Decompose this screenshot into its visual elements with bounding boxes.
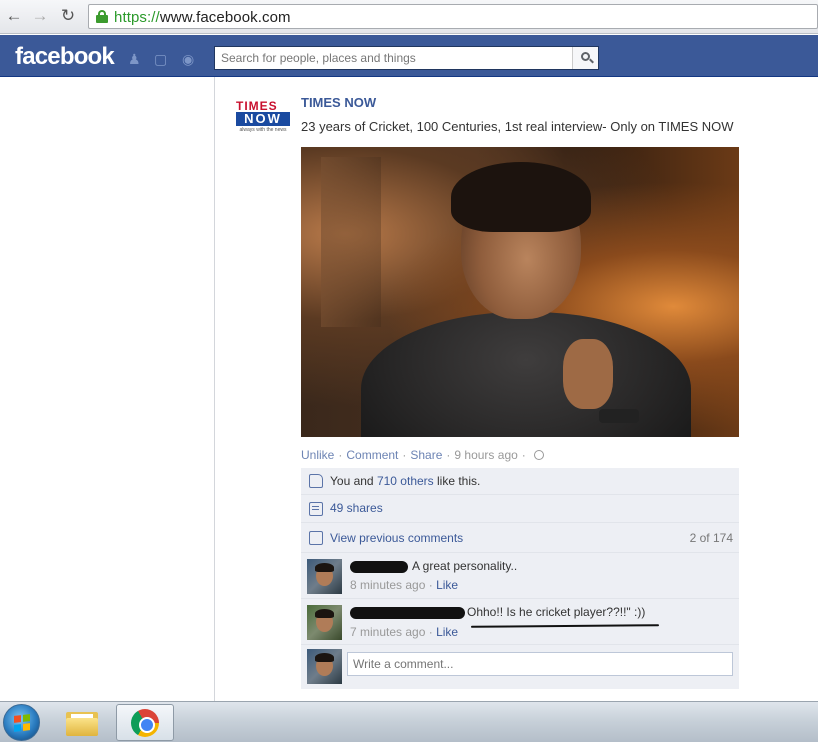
- write-comment-row: [301, 645, 739, 689]
- comment-time[interactable]: 8 minutes ago: [350, 578, 425, 592]
- story-actions: Unlike · Comment · Share · 9 hours ago ·: [301, 448, 544, 462]
- separator: ·: [402, 448, 407, 462]
- comment-count: 2 of 174: [689, 531, 733, 545]
- comment-text: Ohho!! Is he cricket player??!!" :)): [467, 605, 646, 619]
- write-comment-input[interactable]: [347, 652, 733, 676]
- comment-item: Ohho!! Is he cricket player??!!" :)) 7 m…: [301, 599, 739, 645]
- facebook-logo[interactable]: facebook: [15, 43, 115, 71]
- underline-scribble: [470, 624, 660, 628]
- viewer-avatar: [307, 649, 342, 684]
- comment-item: A great personality.. 8 minutes ago · Li…: [301, 553, 739, 599]
- shares-row: 49 shares: [301, 495, 739, 523]
- url-text: https://www.facebook.com: [114, 9, 291, 26]
- view-previous-row: View previous comments 2 of 174: [301, 523, 739, 553]
- separator: ·: [428, 625, 433, 639]
- likes-suffix: like this.: [433, 474, 481, 488]
- likes-sentence: You and 710 others like this.: [330, 474, 480, 488]
- view-previous-comments-link[interactable]: View previous comments: [330, 531, 463, 545]
- thumbs-up-icon: [309, 474, 323, 488]
- separator: ·: [428, 578, 433, 592]
- explorer-folder-icon[interactable]: [62, 708, 102, 738]
- comment-time[interactable]: 7 minutes ago: [350, 625, 425, 639]
- search-input[interactable]: [215, 47, 571, 69]
- share-icon: [309, 502, 323, 516]
- post-message: 23 years of Cricket, 100 Centuries, 1st …: [301, 119, 734, 134]
- likes-prefix: You and: [330, 474, 377, 488]
- address-bar[interactable]: https://www.facebook.com: [88, 4, 818, 29]
- browser-toolbar: ← → ↻ https://www.facebook.com: [0, 0, 818, 34]
- separator: ·: [521, 448, 526, 462]
- comment-like-link[interactable]: Like: [436, 625, 458, 639]
- commenter-avatar[interactable]: [307, 605, 342, 640]
- page-name-link[interactable]: TIMES NOW: [301, 95, 376, 110]
- messages-icon[interactable]: ▢: [154, 52, 170, 66]
- commenter-avatar[interactable]: [307, 559, 342, 594]
- forward-arrow-icon[interactable]: →: [30, 6, 50, 26]
- logo-tagline: always with the news: [239, 127, 287, 133]
- comment-text: A great personality..: [412, 559, 518, 573]
- commenter-name-redacted[interactable]: [350, 561, 408, 573]
- search-button[interactable]: [572, 47, 598, 69]
- taskbar-chrome-button[interactable]: [116, 704, 174, 741]
- facebook-header: facebook ♟ ▢ ◉: [0, 35, 818, 77]
- share-link[interactable]: Share: [410, 448, 442, 462]
- logo-text-bottom: NOW: [236, 112, 290, 126]
- chrome-icon: [131, 709, 159, 737]
- left-column-divider: [214, 77, 215, 701]
- separator: ·: [338, 448, 343, 462]
- search-box: [214, 46, 599, 70]
- feedback-box: You and 710 others like this. 49 shares …: [301, 468, 739, 689]
- audience-globe-icon[interactable]: [533, 450, 544, 460]
- unlike-link[interactable]: Unlike: [301, 448, 334, 462]
- post-timestamp[interactable]: 9 hours ago: [454, 448, 517, 462]
- likes-row: You and 710 others like this.: [301, 468, 739, 495]
- windows-logo-icon: [14, 714, 30, 732]
- comment-link[interactable]: Comment: [346, 448, 398, 462]
- notifications-globe-icon[interactable]: ◉: [182, 52, 198, 66]
- page-profile-picture[interactable]: TIMES NOW always with the news: [234, 100, 292, 134]
- post-photo[interactable]: [301, 147, 739, 437]
- comment-meta: 8 minutes ago · Like: [350, 578, 458, 592]
- start-button[interactable]: [3, 704, 40, 741]
- likes-others-link[interactable]: 710 others: [377, 474, 434, 488]
- friend-requests-icon[interactable]: ♟: [128, 52, 144, 66]
- lock-icon: [96, 10, 108, 23]
- comment-like-link[interactable]: Like: [436, 578, 458, 592]
- url-host: www.facebook.com: [159, 9, 291, 26]
- back-arrow-icon[interactable]: ←: [4, 6, 24, 26]
- url-scheme: https://: [114, 9, 160, 26]
- reload-icon[interactable]: ↻: [58, 6, 78, 26]
- comment-meta: 7 minutes ago · Like: [350, 625, 458, 639]
- comment-bubble-icon: [309, 531, 323, 545]
- windows-taskbar: [0, 701, 818, 742]
- commenter-name-redacted[interactable]: [350, 607, 465, 619]
- shares-link[interactable]: 49 shares: [330, 501, 383, 515]
- separator: ·: [446, 448, 451, 462]
